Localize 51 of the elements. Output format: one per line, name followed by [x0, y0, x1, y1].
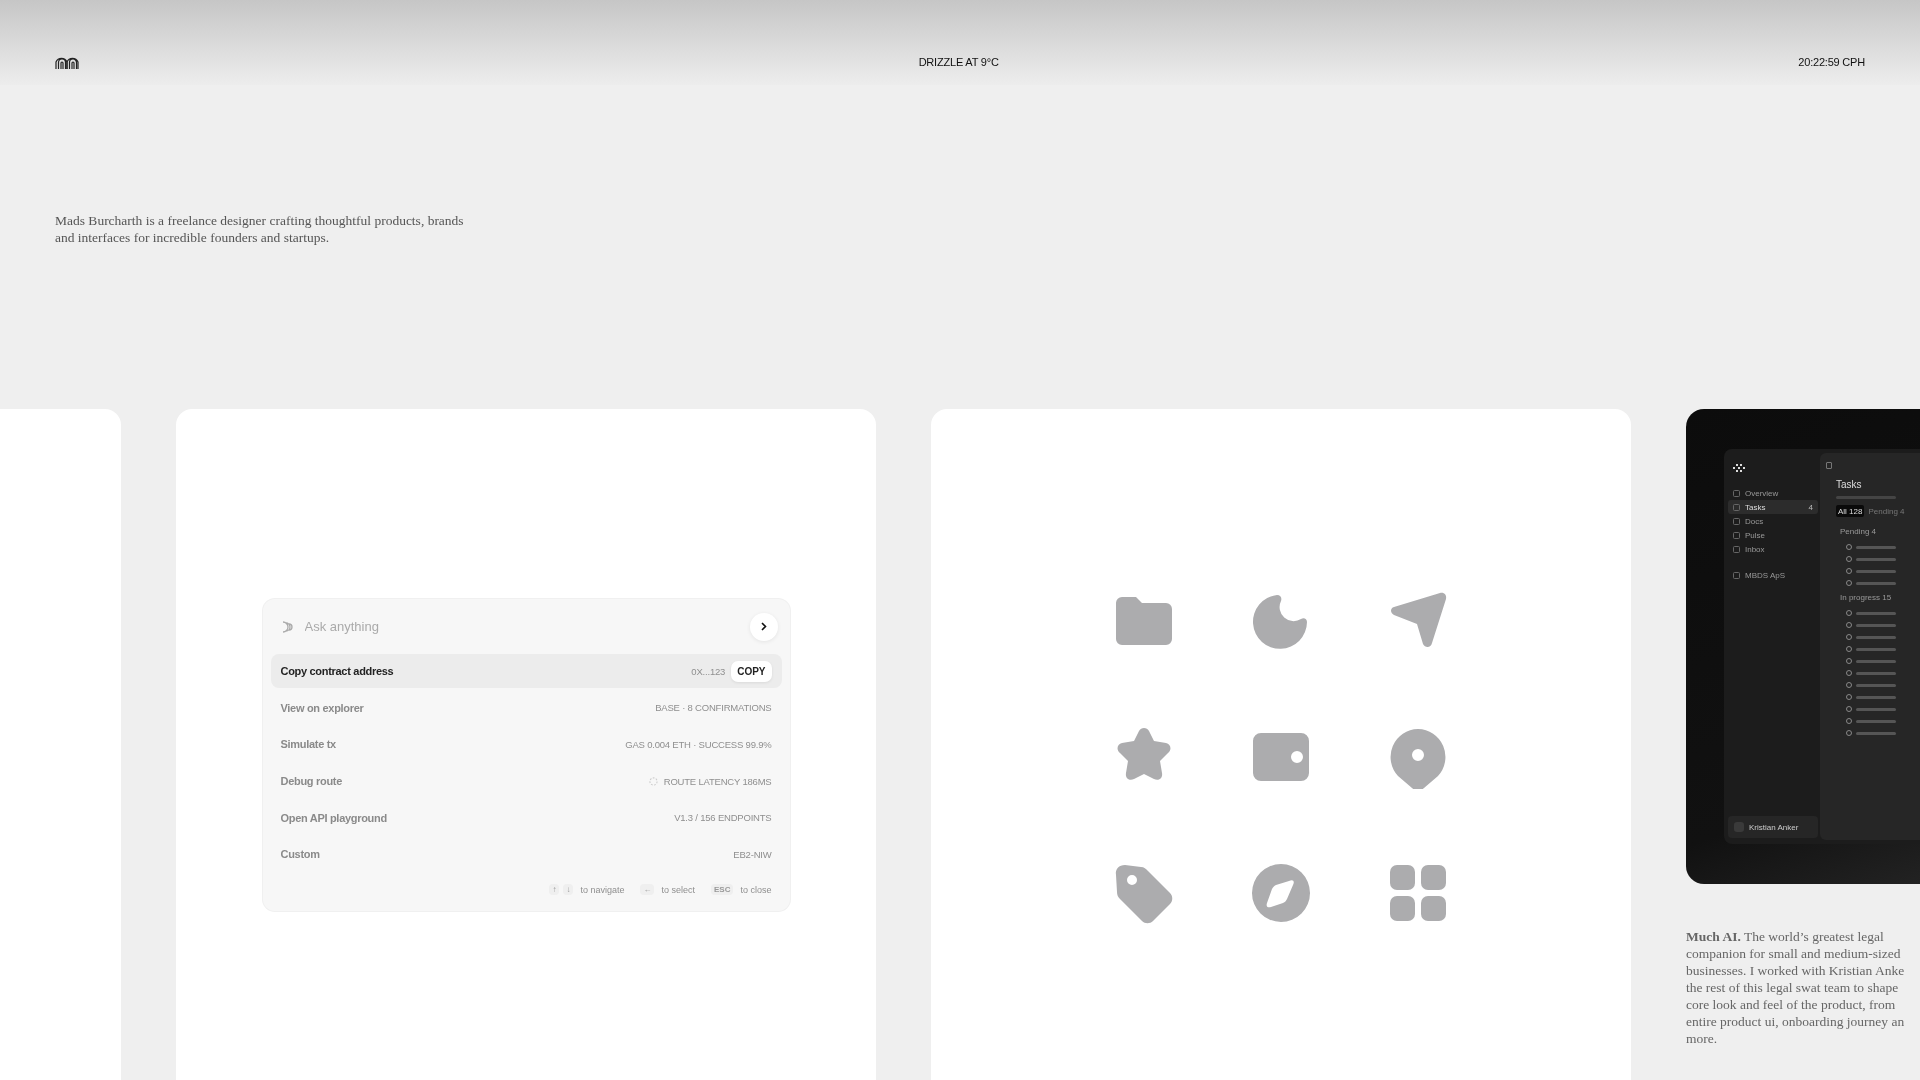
nav-item[interactable]: Overview	[1728, 486, 1818, 500]
key-hint: ↑	[549, 884, 560, 896]
spiral-icon	[280, 619, 295, 634]
ask-field[interactable]: Ask anything	[302, 618, 742, 635]
filter-chip[interactable]: Pending 4	[1866, 505, 1907, 517]
command-label: View on explorer	[280, 701, 364, 714]
command-detail: EB2-NIW	[733, 848, 772, 860]
command-detail: BASE · 8 CONFIRMATIONS	[655, 702, 772, 714]
nav-item[interactable]: Tasks 4	[1728, 500, 1818, 514]
filter-chip[interactable]: All 128	[1836, 505, 1865, 517]
project-caption: Much AI. The world’s greatest legal companion for small and medium-sized businesses. I worked with Kristian Anke the rest of this legal swat team to shape core look and feel of the product, from entire product ui, onboarding journey an more.	[1686, 928, 1906, 1047]
hint-label: to select	[661, 884, 695, 895]
copy-button[interactable]: COPY	[731, 660, 772, 682]
command-label: Open API playground	[280, 811, 387, 824]
command-item[interactable]: Simulate tx GAS 0.004 ETH · SUCCESS 99.9%	[270, 727, 782, 762]
command-label: Debug route	[280, 775, 342, 788]
command-label: Simulate tx	[280, 738, 336, 751]
nav-item[interactable]: Inbox	[1728, 542, 1818, 556]
weather-text: DRIZZLE AT 9°C	[918, 55, 999, 68]
intro-text: Mads Burcharth is a freelance designer crafting thoughtful products, brands and interfaces for incredible founders and startups.	[55, 212, 465, 246]
project-card[interactable]	[931, 409, 1631, 1080]
command-detail: 0X...123	[691, 665, 726, 677]
key-hint: ←	[640, 884, 655, 896]
command-item[interactable]: Open API playground V1.3 / 156 ENDPOINTS	[270, 800, 782, 835]
command-item[interactable]: Debug route ROUTE LATENCY 186MS	[270, 764, 782, 799]
clock-text: 20:22:59 CPH	[1798, 55, 1865, 68]
command-item[interactable]: View on explorer BASE · 8 CONFIRMATIONS	[270, 690, 782, 725]
group-header: In progress 15	[1840, 593, 1893, 603]
command-item[interactable]: Custom EB2-NIW	[270, 837, 782, 872]
key-hint: ESC	[711, 884, 734, 896]
workspace-item[interactable]: MBDS ApS	[1728, 568, 1818, 582]
hint-label: to navigate	[580, 884, 625, 895]
command-detail: ROUTE LATENCY 186MS	[663, 775, 772, 787]
command-label: Custom	[280, 848, 320, 861]
sidebar-toggle-icon[interactable]	[1826, 462, 1832, 469]
hint-label: to close	[740, 884, 772, 895]
user-card[interactable]: Kristian Anker	[1728, 816, 1818, 838]
app-title: Tasks	[1836, 479, 1863, 490]
app-screenshot[interactable]: Overview Tasks 4 Docs Pulse Inbox MBDS ApS Kristian Anker Tasks All 128 Pending 4 Pending 4 In progress 15	[1686, 409, 1920, 884]
submit-button[interactable]	[749, 612, 778, 641]
compass-icon	[1249, 861, 1313, 925]
nav-item[interactable]: Docs	[1728, 514, 1818, 528]
group-header: Pending 4	[1840, 527, 1878, 537]
logo-icon	[1733, 464, 1745, 472]
key-hint: ↓	[563, 884, 574, 896]
chevron-right-icon	[759, 622, 768, 631]
command-detail: GAS 0.004 ETH · SUCCESS 99.9%	[625, 738, 772, 750]
command-label: Copy contract address	[280, 665, 394, 677]
command-item[interactable]: Copy contract address 0X...123 COPY	[270, 654, 782, 688]
command-detail: V1.3 / 156 ENDPOINTS	[674, 812, 772, 824]
nav-item[interactable]: Pulse	[1728, 528, 1818, 542]
